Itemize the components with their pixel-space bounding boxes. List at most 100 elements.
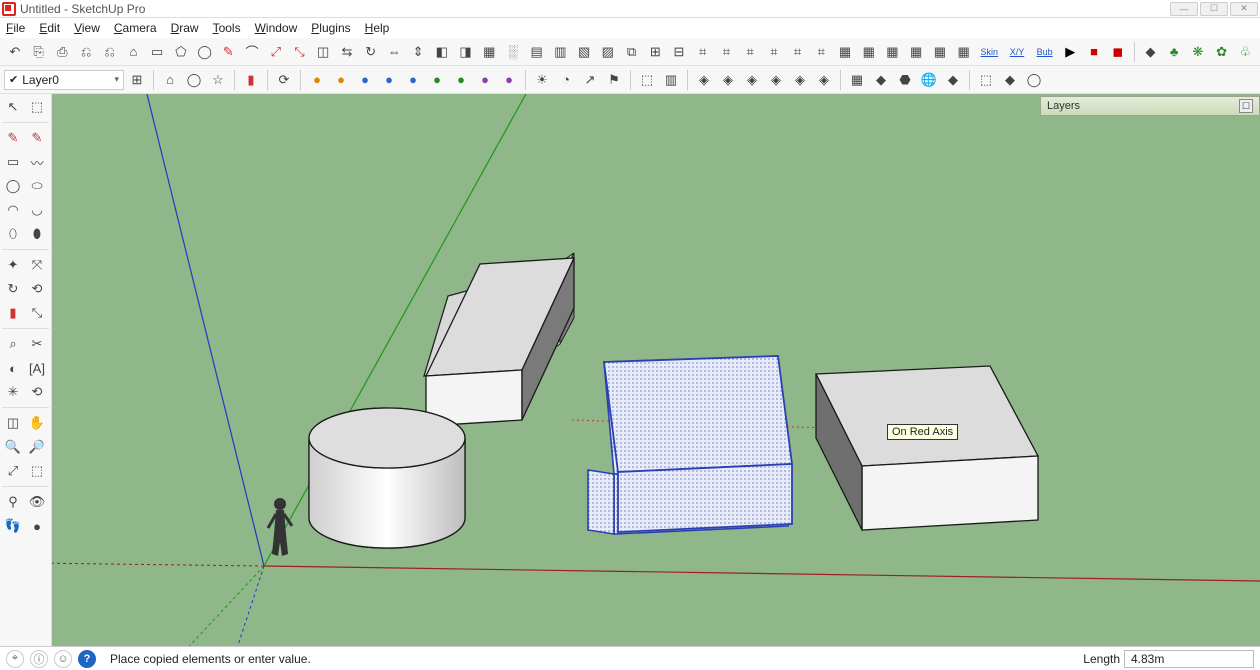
toolbar-button[interactable]: ● [450, 69, 472, 91]
tool-button[interactable]: ⬯ [2, 223, 24, 245]
tool-button[interactable]: ⟲ [26, 381, 48, 403]
toolbar-button[interactable]: ◯ [183, 69, 205, 91]
tool-button[interactable]: ⤢ [2, 460, 24, 482]
toolbar-button[interactable]: ⇔ [384, 41, 406, 63]
toolbar-button[interactable]: ● [402, 69, 424, 91]
toolbar-button[interactable]: ◈ [693, 69, 715, 91]
close-button[interactable]: ✕ [1230, 2, 1258, 16]
user-icon[interactable]: ☺ [54, 650, 72, 668]
toolbar-button[interactable]: ◆ [1140, 41, 1162, 63]
toolbar-button[interactable]: ⎌ [75, 41, 97, 63]
toolbar-button[interactable]: ▥ [660, 69, 682, 91]
toolbar-button[interactable]: ▦ [929, 41, 951, 63]
toolbar-button[interactable]: ♧ [1234, 41, 1256, 63]
geolocation-icon[interactable]: ⌖ [6, 650, 24, 668]
toolbar-button[interactable]: ░ [502, 41, 524, 63]
layers-panel[interactable]: Layers ☐ [1040, 96, 1260, 116]
layer-manager-button[interactable]: ⊞ [126, 69, 148, 91]
toolbar-button[interactable]: ◈ [765, 69, 787, 91]
toolbar-button[interactable]: ⧉ [621, 41, 643, 63]
toolbar-button[interactable]: ✎ [217, 41, 239, 63]
toolbar-button[interactable]: ⚑ [603, 69, 625, 91]
toolbar-button[interactable]: ● [378, 69, 400, 91]
toolbar-button[interactable]: ◆ [870, 69, 892, 91]
toolbar-button[interactable]: ⬚ [636, 69, 658, 91]
toolbar-button[interactable]: ▤ [526, 41, 548, 63]
tool-button[interactable]: ◫ [2, 412, 24, 434]
toolbar-button[interactable]: ☆ [207, 69, 229, 91]
layer-selector[interactable]: ✔ Layer0 ▾ [4, 70, 124, 90]
toolbar-button[interactable]: ● [354, 69, 376, 91]
toolbar-button[interactable]: ⌂ [159, 69, 181, 91]
toolbar-button[interactable]: ◨ [455, 41, 477, 63]
toolbar-button[interactable]: ▦ [905, 41, 927, 63]
toolbar-button[interactable]: ⇕ [407, 41, 429, 63]
toolbar-button[interactable]: ◈ [789, 69, 811, 91]
toolbar-button[interactable]: ⤡ [289, 41, 311, 63]
tool-button[interactable]: 🔍 [2, 436, 24, 458]
toolbar-button[interactable]: Bub [1032, 41, 1058, 63]
toolbar-button[interactable]: ⬣ [894, 69, 916, 91]
toolbar-button[interactable]: ⌗ [716, 41, 738, 63]
toolbar-button[interactable]: ⌗ [810, 41, 832, 63]
tool-button[interactable]: ⤡ [26, 302, 48, 324]
menu-file[interactable]: File [6, 21, 25, 35]
menu-view[interactable]: View [74, 21, 100, 35]
toolbar-button[interactable]: ⎘ [28, 41, 50, 63]
toolbar-button[interactable]: ◔ [555, 69, 577, 91]
viewport-3d[interactable]: Layers ☐ On Red Axis [52, 94, 1260, 646]
toolbar-button[interactable]: ⌗ [739, 41, 761, 63]
tool-button[interactable]: ✦ [2, 254, 24, 276]
tool-button[interactable]: ↖ [2, 96, 24, 118]
menu-plugins[interactable]: Plugins [311, 21, 350, 35]
tool-button[interactable]: ◠ [2, 199, 24, 221]
toolbar-button[interactable]: ⊟ [668, 41, 690, 63]
menu-help[interactable]: Help [365, 21, 390, 35]
tool-button[interactable]: ✎ [2, 127, 24, 149]
toolbar-button[interactable]: ▶ [1059, 41, 1081, 63]
toolbar-button[interactable]: ◼ [1107, 41, 1129, 63]
toolbar-button[interactable]: ● [426, 69, 448, 91]
toolbar-button[interactable]: ▦ [834, 41, 856, 63]
tool-button[interactable]: [A] [26, 357, 48, 379]
toolbar-button[interactable]: ✿ [1211, 41, 1233, 63]
toolbar-button[interactable]: ⇆ [336, 41, 358, 63]
tool-button[interactable]: ✎ [26, 127, 48, 149]
toolbar-button[interactable]: ▦ [478, 41, 500, 63]
tool-button[interactable]: 🔎 [26, 436, 48, 458]
toolbar-button[interactable]: ▦ [846, 69, 868, 91]
tool-button[interactable]: 👣 [2, 515, 24, 537]
toolbar-button[interactable]: ↗ [579, 69, 601, 91]
tool-button[interactable]: ✳ [2, 381, 24, 403]
tool-button[interactable]: ↻ [2, 278, 24, 300]
toolbar-button[interactable]: ▦ [882, 41, 904, 63]
menu-tools[interactable]: Tools [213, 21, 241, 35]
tool-button[interactable]: ⌕ [2, 333, 24, 355]
toolbar-button[interactable]: ↻ [360, 41, 382, 63]
help-icon[interactable]: ? [78, 650, 96, 668]
tool-button[interactable]: 👁 [26, 491, 48, 513]
toolbar-button[interactable]: ⤢ [265, 41, 287, 63]
toolbar-button[interactable]: 🌐 [918, 69, 940, 91]
tool-button[interactable]: ◐ [2, 357, 24, 379]
menu-draw[interactable]: Draw [171, 21, 199, 35]
tool-button[interactable]: ✂ [26, 333, 48, 355]
tool-button[interactable]: ⬚ [26, 460, 48, 482]
credits-icon[interactable]: ⓘ [30, 650, 48, 668]
tool-button[interactable]: ⚲ [2, 491, 24, 513]
toolbar-button[interactable]: ● [498, 69, 520, 91]
layers-panel-close-icon[interactable]: ☐ [1239, 99, 1253, 113]
tool-button[interactable]: ⬭ [26, 175, 48, 197]
toolbar-button[interactable]: ◆ [999, 69, 1021, 91]
toolbar-button[interactable]: ◈ [813, 69, 835, 91]
toolbar-button[interactable]: ⎌ [99, 41, 121, 63]
toolbar-button[interactable]: ◯ [1023, 69, 1045, 91]
toolbar-button[interactable]: ● [306, 69, 328, 91]
tool-button[interactable]: ◡ [26, 199, 48, 221]
minimize-button[interactable]: — [1170, 2, 1198, 16]
maximize-button[interactable]: ☐ [1200, 2, 1228, 16]
toolbar-button[interactable]: ⌗ [787, 41, 809, 63]
toolbar-button[interactable]: ▥ [550, 41, 572, 63]
toolbar-button[interactable]: ● [474, 69, 496, 91]
toolbar-button[interactable]: ▨ [597, 41, 619, 63]
